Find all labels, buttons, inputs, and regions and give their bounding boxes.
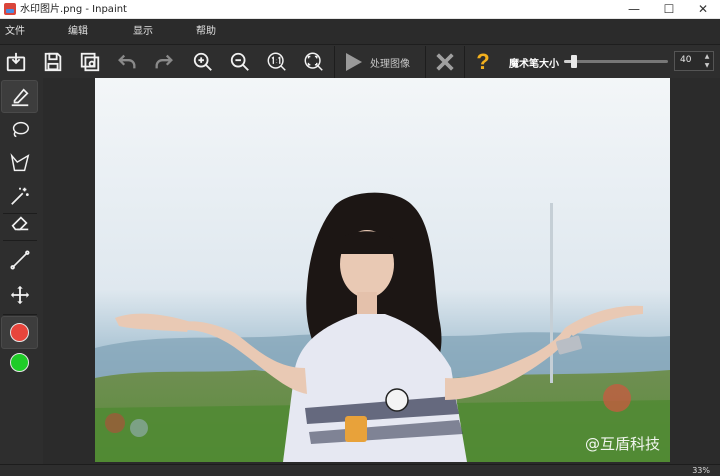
polygonal-lasso-tool[interactable] <box>1 146 38 179</box>
brush-size-spinbox[interactable]: 40 ▲ ▼ <box>674 51 714 71</box>
status-bar: 33% <box>0 464 720 476</box>
marker-tool[interactable] <box>1 80 38 113</box>
menu-edit[interactable]: 编辑 <box>68 25 88 38</box>
green-color-icon <box>10 353 29 372</box>
title-bar: 水印图片.png - Inpaint — ☐ ✕ <box>0 0 720 19</box>
fit-window-button[interactable] <box>299 48 329 76</box>
move-icon <box>10 285 29 304</box>
redo-button[interactable] <box>149 48 179 76</box>
play-icon <box>346 53 362 71</box>
redo-icon <box>155 54 173 69</box>
zoom-out-button[interactable] <box>225 48 255 76</box>
save-as-button[interactable] <box>75 48 105 76</box>
zoom-in-button[interactable] <box>188 48 218 76</box>
process-image-label: 处理图像 <box>370 58 410 70</box>
line-tool[interactable] <box>1 243 38 276</box>
line-icon <box>9 249 30 270</box>
primary-color-swatch[interactable] <box>1 316 38 349</box>
brush-size-label: 魔术笔大小 <box>509 59 559 70</box>
close-window-button[interactable]: ✕ <box>686 0 720 19</box>
menu-view[interactable]: 显示 <box>133 25 153 38</box>
brush-size-slider[interactable] <box>564 55 668 68</box>
process-image-button[interactable]: 处理图像 <box>340 48 420 76</box>
marker-icon <box>11 87 29 106</box>
cancel-button[interactable] <box>432 48 458 76</box>
eraser-icon <box>11 215 28 230</box>
magic-wand-icon <box>10 187 29 205</box>
fit-window-icon <box>304 52 323 71</box>
spin-up-icon[interactable]: ▲ <box>703 53 711 61</box>
window-title: 水印图片.png - Inpaint <box>20 4 127 15</box>
slider-handle[interactable] <box>571 55 578 68</box>
eraser-tool[interactable] <box>1 206 38 239</box>
maximize-button[interactable]: ☐ <box>652 0 686 19</box>
lasso-icon <box>12 121 29 137</box>
move-tool[interactable] <box>1 278 38 311</box>
save-button[interactable] <box>38 48 68 76</box>
tool-separator <box>3 240 37 241</box>
menu-file[interactable]: 文件 <box>5 25 25 38</box>
toolbar-separator <box>464 46 465 78</box>
red-color-icon <box>10 323 29 342</box>
save-icon <box>44 52 62 72</box>
help-icon[interactable]: ? <box>472 48 494 76</box>
toolbar-separator <box>334 46 335 78</box>
zoom-out-icon <box>230 52 249 71</box>
image-canvas[interactable]: @互盾科技 <box>95 78 670 462</box>
app-icon <box>4 3 16 15</box>
open-icon <box>6 52 26 72</box>
zoom-in-icon <box>193 52 212 71</box>
brush-size-value[interactable]: 40 <box>680 55 691 65</box>
menu-bar: 文件 编辑 显示 帮助 <box>0 19 720 44</box>
actual-size-icon <box>267 52 286 71</box>
actual-size-button[interactable] <box>262 48 292 76</box>
toolbar-separator <box>425 46 426 78</box>
lasso-tool[interactable] <box>1 113 38 146</box>
save-as-icon <box>80 52 100 72</box>
open-button[interactable] <box>1 48 31 76</box>
photo-image <box>95 78 670 462</box>
polygonal-lasso-icon <box>10 152 29 171</box>
secondary-color-swatch[interactable] <box>1 346 38 379</box>
tool-panel <box>0 78 43 464</box>
zoom-level: 33% <box>692 466 710 475</box>
minimize-button[interactable]: — <box>617 0 651 19</box>
tool-separator <box>3 314 37 315</box>
spin-down-icon[interactable]: ▼ <box>703 62 711 70</box>
menu-help[interactable]: 帮助 <box>196 25 216 38</box>
cancel-icon <box>436 53 454 71</box>
undo-icon <box>118 54 136 69</box>
watermark-text: @互盾科技 <box>584 435 660 453</box>
undo-button[interactable] <box>112 48 142 76</box>
